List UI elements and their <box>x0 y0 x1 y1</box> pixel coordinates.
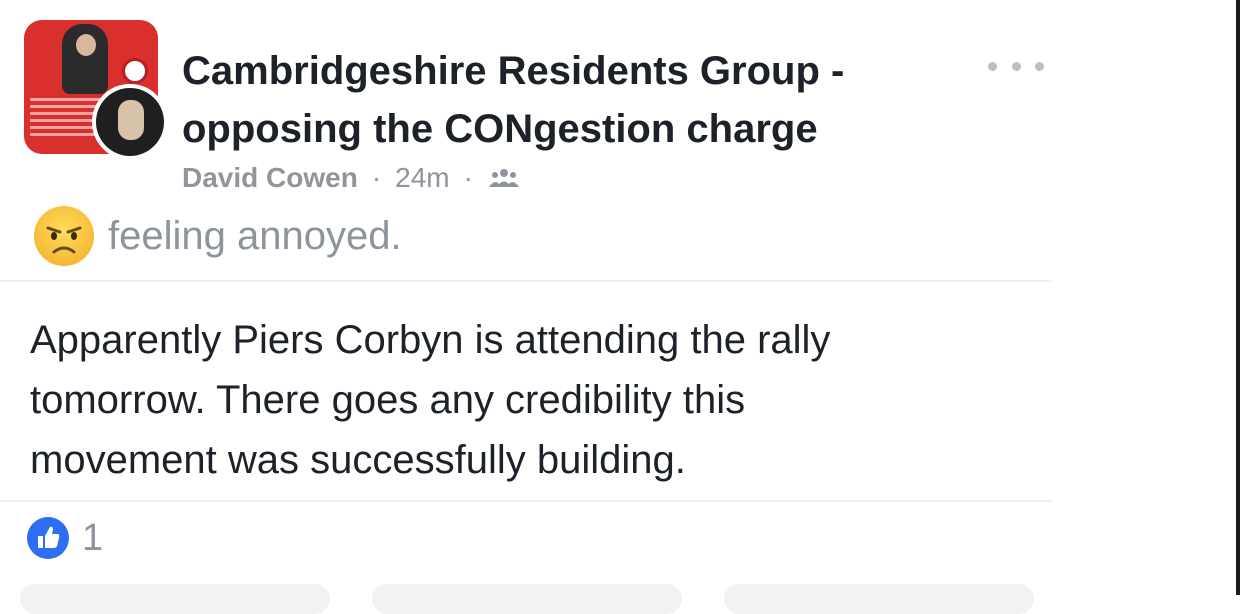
author-avatar[interactable] <box>92 84 168 160</box>
more-dot <box>1011 61 1021 71</box>
author-face <box>118 100 144 140</box>
poster-face <box>76 34 96 56</box>
author-name-link[interactable]: David Cowen <box>182 162 358 194</box>
no-symbol-badge <box>122 58 148 84</box>
post-text: Apparently Piers Corbyn is attending the… <box>30 318 831 482</box>
group-name-link[interactable]: Cambridgeshire Residents Group - opposin… <box>182 42 942 158</box>
annoyed-face-icon <box>34 206 94 266</box>
header-divider <box>0 280 1052 282</box>
like-button[interactable] <box>20 584 330 614</box>
meta-separator: · <box>371 162 382 193</box>
more-dot <box>1035 61 1044 71</box>
reactions-summary[interactable]: 1 <box>26 514 103 562</box>
window-edge <box>1236 0 1240 595</box>
post-meta: David Cowen · 24m · <box>182 160 519 196</box>
feeling-text: feeling annoyed. <box>108 213 402 258</box>
author-avatar-photo <box>96 88 164 156</box>
comment-button[interactable] <box>372 584 682 614</box>
poster-text-block <box>30 98 100 138</box>
body-divider <box>0 500 1052 502</box>
post-card: Cambridgeshire Residents Group - opposin… <box>0 0 1052 614</box>
like-icon <box>27 517 69 559</box>
more-options-icon[interactable] <box>988 56 1044 76</box>
post-action-bar <box>0 576 1052 614</box>
reaction-count: 1 <box>82 516 104 559</box>
feeling-activity: feeling annoyed. <box>32 206 402 266</box>
meta-separator: · <box>463 162 473 193</box>
post-timestamp[interactable]: 24m <box>395 162 449 194</box>
share-button[interactable] <box>724 584 1034 614</box>
more-dot <box>988 61 997 71</box>
members-icon[interactable] <box>488 167 519 189</box>
post-avatars <box>24 20 168 160</box>
